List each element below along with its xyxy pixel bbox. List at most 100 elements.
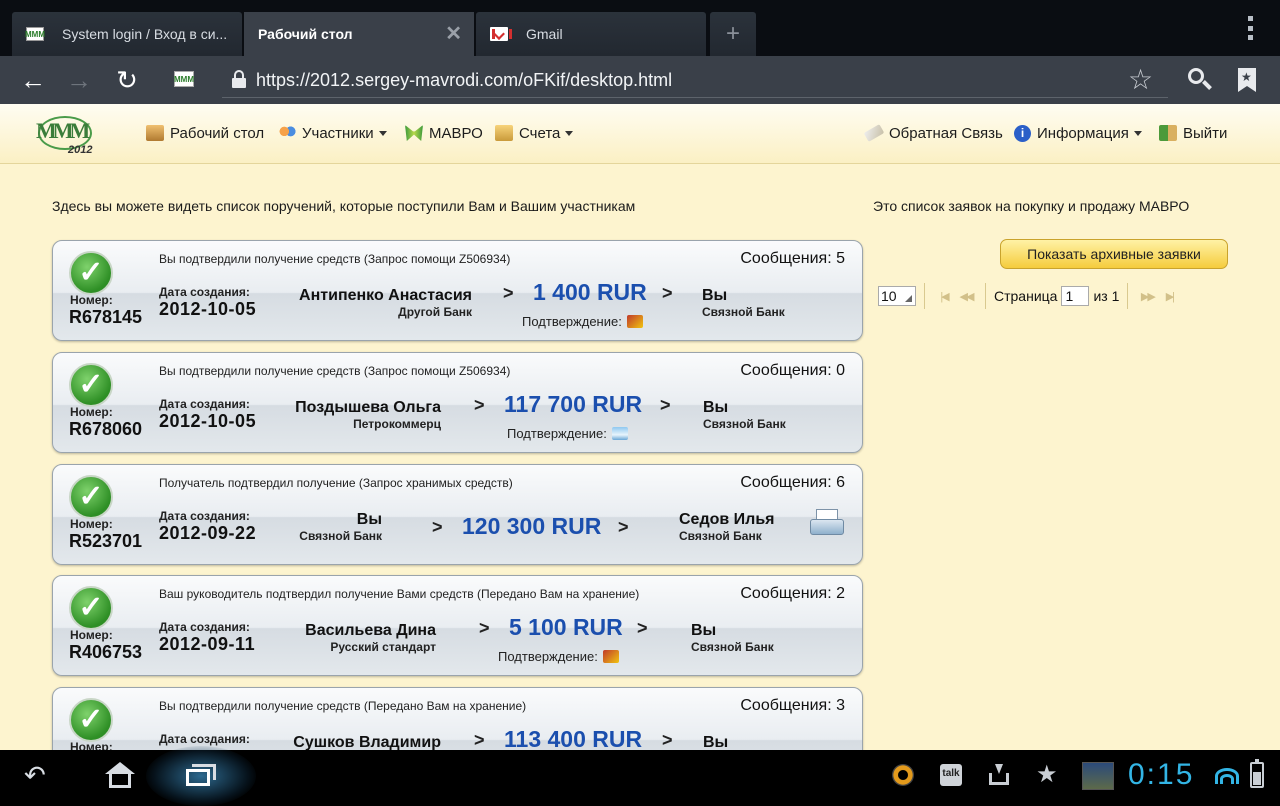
url-underline — [222, 97, 1168, 98]
recipient-bank: Связной Банк — [679, 529, 762, 543]
last-page-icon[interactable]: ▶| — [1158, 290, 1180, 303]
gmail-icon — [490, 27, 512, 41]
new-tab-button[interactable]: + — [710, 12, 756, 56]
order-date: 2012-10-05 — [159, 299, 257, 319]
reload-icon[interactable]: ↻ — [112, 66, 142, 94]
messages-count[interactable]: Сообщения: 0 — [740, 362, 845, 380]
bids-intro-text: Это список заявок на покупку и продажу М… — [873, 198, 1190, 214]
logo-text: MMM — [36, 118, 90, 143]
app-notification-icon[interactable] — [892, 764, 914, 786]
feedback-icon — [863, 124, 885, 142]
number-label: Номер: — [70, 293, 113, 307]
pager: 10 |◀ ◀◀ Страница 1 из 1 ▶▶ ▶| — [878, 282, 1218, 310]
menu-exit[interactable]: Выйти — [1159, 122, 1227, 144]
tab-title: System login / Вход в си... — [62, 26, 228, 42]
back-arrow-icon[interactable]: ← — [18, 66, 48, 94]
recipient: Седов Илья Связной Банк — [679, 511, 775, 543]
tab-system-login[interactable]: MMM System login / Вход в си... — [12, 12, 242, 56]
date-label: Дата создания: — [159, 285, 250, 299]
menu-accounts[interactable]: Счета — [495, 122, 574, 144]
checkmark-icon: ✓ — [69, 586, 113, 630]
clock[interactable]: 0:15 — [1128, 758, 1194, 792]
pager-divider — [985, 283, 986, 309]
date-label: Дата создания: — [159, 397, 250, 411]
show-archive-button[interactable]: Показать архивные заявки — [1000, 239, 1228, 269]
download-icon[interactable] — [988, 764, 1010, 786]
number-label: Номер: — [70, 405, 113, 419]
messages-count[interactable]: Сообщения: 6 — [740, 474, 845, 492]
page-number-input[interactable]: 1 — [1061, 286, 1090, 306]
logo-year: 2012 — [68, 144, 93, 156]
back-icon[interactable]: ↶ — [24, 762, 56, 788]
order-card[interactable]: ✓ Номер: R406753 Ваш руководитель подтве… — [52, 575, 863, 676]
number-label: Номер: — [70, 517, 113, 531]
mmm-logo[interactable]: MMM 2012 — [36, 112, 94, 158]
sender: Вы Связной Банк — [299, 511, 382, 543]
plus-icon: + — [725, 20, 740, 47]
desktop-icon — [146, 125, 164, 141]
tab-title: Gmail — [526, 26, 563, 42]
order-date: 2012-09-11 — [159, 634, 256, 654]
menu-information[interactable]: i Информация — [1014, 122, 1142, 144]
sender: Поздышева Ольга Петрокоммерц — [295, 399, 441, 431]
recipient: Вы — [703, 734, 728, 750]
sender: Сушков Владимир — [293, 734, 441, 750]
tab-gmail[interactable]: Gmail — [476, 12, 706, 56]
tab-desktop[interactable]: Рабочий стол ✕ — [244, 12, 474, 56]
recipient-bank: Связной Банк — [691, 640, 774, 654]
recipient-name: Вы — [703, 734, 729, 750]
overflow-menu-icon[interactable] — [1248, 16, 1254, 40]
order-card[interactable]: ✓ Номер: R678060 Вы подтвердили получени… — [52, 352, 863, 453]
order-card[interactable]: ✓ Номер: R523701 Получатель подтвердил п… — [52, 464, 863, 565]
photo-attachment-icon[interactable] — [602, 650, 619, 663]
menu-feedback[interactable]: Обратная Связь — [863, 122, 1003, 144]
printer-icon[interactable] — [810, 509, 844, 539]
butterfly-icon — [405, 125, 423, 141]
recent-apps-icon[interactable] — [186, 764, 216, 786]
checkmark-icon: ✓ — [69, 251, 113, 295]
order-date: 2012-10-05 — [159, 411, 257, 431]
page-content: MMM 2012 Рабочий стол Участники МАВРО Сч… — [0, 104, 1280, 750]
messages-count[interactable]: Сообщения: 2 — [740, 585, 845, 603]
order-card[interactable]: ✓ Номер: R678145 Вы подтвердили получени… — [52, 240, 863, 341]
sender-name: Васильева Дина — [305, 622, 436, 639]
search-icon[interactable] — [1188, 68, 1212, 92]
order-card[interactable]: ✓ Номер: Вы подтвердили получение средст… — [52, 687, 863, 750]
mmm-favicon-icon: MMM — [25, 27, 45, 41]
tab-title: Рабочий стол — [258, 26, 353, 42]
sender-name: Антипенко Анастасия — [299, 287, 472, 304]
notification-thumbnail[interactable] — [1082, 762, 1114, 790]
chevron-down-icon — [565, 130, 574, 136]
bookmarks-icon[interactable] — [1238, 68, 1256, 92]
talk-icon[interactable]: talk — [940, 764, 962, 786]
checkmark-icon: ✓ — [69, 698, 113, 742]
first-page-icon[interactable]: |◀ — [933, 290, 955, 303]
menu-desktop[interactable]: Рабочий стол — [146, 122, 264, 144]
arrow: > — [662, 730, 673, 750]
arrow: > — [474, 395, 485, 415]
home-icon[interactable] — [104, 762, 136, 790]
photo-attachment-icon[interactable] — [626, 315, 643, 328]
menu-label: Обратная Связь — [889, 124, 1003, 142]
menu-mavro[interactable]: МАВРО — [405, 122, 483, 144]
page-size-select[interactable]: 10 — [878, 286, 916, 306]
recipient-name: Вы — [691, 622, 717, 639]
messages-count[interactable]: Сообщения: 3 — [740, 697, 845, 715]
forward-arrow-icon[interactable]: → — [64, 66, 94, 94]
amount: 1 400 RUR — [533, 279, 647, 305]
recipient-name: Вы — [703, 399, 729, 416]
menu-label: Рабочий стол — [170, 124, 265, 142]
order-date: 2012-09-22 — [159, 523, 257, 543]
image-attachment-icon[interactable] — [611, 427, 628, 440]
date-label: Дата создания: — [159, 620, 250, 634]
recipient-bank: Связной Банк — [703, 417, 786, 431]
star-notification-icon[interactable]: ★ — [1036, 763, 1058, 787]
url-input[interactable]: https://2012.sergey-mavrodi.com/oFKif/de… — [256, 70, 672, 91]
menu-participants[interactable]: Участники — [278, 122, 387, 144]
next-page-icon[interactable]: ▶▶ — [1136, 290, 1158, 303]
prev-page-icon[interactable]: ◀◀ — [955, 290, 977, 303]
star-icon[interactable]: ☆ — [1128, 66, 1153, 94]
messages-count[interactable]: Сообщения: 5 — [740, 250, 845, 268]
tab-close-icon[interactable]: ✕ — [445, 24, 462, 44]
checkmark-icon: ✓ — [69, 475, 113, 519]
